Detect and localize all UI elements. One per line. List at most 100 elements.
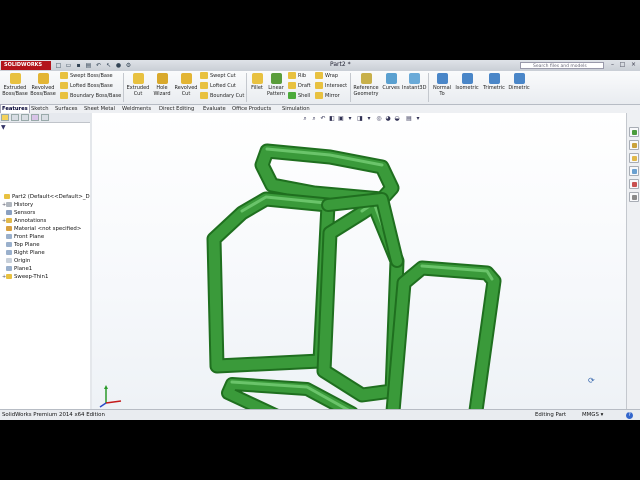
ribbon-divider (246, 73, 247, 102)
tab-evaluate[interactable]: Evaluate (202, 105, 227, 113)
configuration-tab-icon[interactable] (21, 114, 29, 121)
tree-root-part[interactable]: Part2 (Default<<Default>_Disp (0, 193, 97, 201)
fillet-icon (251, 73, 263, 84)
close-icon[interactable]: × (629, 61, 638, 69)
tree-item-annotations[interactable]: + Annotations (2, 217, 46, 225)
extruded-cut-button[interactable]: Extruded Cut (126, 72, 150, 97)
plane-icon (6, 250, 12, 255)
plane-icon (6, 242, 12, 247)
ring-left[interactable] (206, 191, 336, 374)
appearances-icon[interactable] (629, 179, 639, 189)
rebuild-icon[interactable]: ⟳ (588, 376, 595, 385)
plane-icon (6, 266, 12, 271)
design-library-icon[interactable] (629, 140, 639, 150)
lofted-cut-button[interactable]: Lofted Cut (200, 82, 236, 91)
boundary-cut-button[interactable]: Boundary Cut (200, 92, 244, 101)
extruded-boss-button[interactable]: Extruded Boss/Base (2, 72, 28, 97)
draft-button[interactable]: Draft (288, 82, 311, 91)
tree-item-right-plane[interactable]: Right Plane (2, 249, 45, 257)
ring-right[interactable] (385, 260, 502, 409)
3d-model-view[interactable] (92, 113, 626, 409)
file-explorer-icon[interactable] (629, 153, 639, 163)
tab-surfaces[interactable]: Surfaces (54, 105, 78, 113)
rebuild-icon[interactable]: ● (115, 62, 122, 69)
new-icon[interactable]: □ (55, 62, 62, 69)
material-icon (6, 226, 12, 231)
undo-icon[interactable]: ↶ (95, 62, 102, 69)
curves-button[interactable]: Curves (381, 72, 401, 91)
isometric-button[interactable]: Isometric (454, 72, 480, 91)
tree-item-material[interactable]: Material <not specified> (2, 225, 81, 233)
custom-properties-icon[interactable] (629, 192, 639, 202)
origin-icon (6, 258, 12, 263)
tab-direct-editing[interactable]: Direct Editing (158, 105, 195, 113)
tree-item-front-plane[interactable]: Front Plane (2, 233, 44, 241)
boundary-boss-button[interactable]: Boundary Boss/Base (60, 92, 121, 101)
shell-button[interactable]: Shell (288, 92, 310, 101)
trimetric-button[interactable]: Trimetric (481, 72, 507, 91)
tab-features[interactable]: Features (0, 104, 30, 113)
select-icon[interactable]: ↖ (105, 62, 112, 69)
swept-cut-button[interactable]: Swept Cut (200, 72, 236, 81)
view-palette-icon[interactable] (629, 166, 639, 176)
tab-sketch[interactable]: Sketch (30, 105, 49, 113)
ribbon-divider (350, 73, 351, 102)
save-icon[interactable]: ▪ (75, 62, 82, 69)
graphics-area[interactable]: ⌕ ⌕ ↶ ◧ ▣ ▾ ◨ ▾ ◎ ◕ ◒ ▤ ▾ ⟳ (92, 113, 626, 409)
sweep-icon (6, 274, 12, 279)
resources-icon[interactable] (629, 127, 639, 137)
tab-weldments[interactable]: Weldments (121, 105, 152, 113)
sensors-icon (6, 210, 12, 215)
task-pane (626, 113, 640, 409)
ring-top-back[interactable] (254, 143, 400, 207)
normal-to-button[interactable]: Normal To (431, 72, 453, 97)
instant3d-button[interactable]: Instant3D (402, 72, 426, 91)
revolved-cut-button[interactable]: Revolved Cut (174, 72, 198, 97)
axis-triad-icon (99, 385, 122, 408)
options-icon[interactable]: ⚙ (125, 62, 132, 69)
extruded-cut-icon (132, 73, 144, 84)
wrap-button[interactable]: Wrap (315, 72, 338, 81)
dimxpert-tab-icon[interactable] (31, 114, 39, 121)
tree-item-sweep-thin1[interactable]: + Sweep-Thin1 (2, 273, 48, 281)
linear-pattern-button[interactable]: Linear Pattern (266, 72, 286, 97)
revolved-boss-button[interactable]: Revolved Boss/Base (30, 72, 56, 97)
open-icon[interactable]: ▭ (65, 62, 72, 69)
search-input[interactable]: Search files and models (520, 62, 604, 69)
tree-item-plane1[interactable]: Plane1 (2, 265, 32, 273)
tree-item-history[interactable]: + History (2, 201, 33, 209)
tree-item-origin[interactable]: Origin (2, 257, 30, 265)
feature-tree-tab-icon[interactable] (1, 114, 9, 121)
reference-geometry-button[interactable]: Reference Geometry (352, 72, 380, 97)
document-title: Part2 * (330, 61, 351, 68)
display-manager-tab-icon[interactable] (41, 114, 49, 121)
rib-button[interactable]: Rib (288, 72, 306, 81)
hole-wizard-button[interactable]: Hole Wizard (151, 72, 173, 97)
tree-item-sensors[interactable]: Sensors (2, 209, 35, 217)
help-icon[interactable]: ? (626, 412, 633, 419)
tab-simulation[interactable]: Simulation (281, 105, 311, 113)
dimetric-button[interactable]: Dimetric (507, 72, 531, 91)
intersect-button[interactable]: Intersect (315, 82, 347, 91)
unit-system-selector[interactable]: MMGS ▾ (582, 410, 603, 420)
mirror-button[interactable]: Mirror (315, 92, 340, 101)
lofted-boss-button[interactable]: Lofted Boss/Base (60, 82, 113, 91)
boundary-cut-icon (200, 92, 208, 99)
fillet-button[interactable]: Fillet (249, 72, 265, 91)
instant3d-icon (408, 73, 420, 84)
print-icon[interactable]: ▤ (85, 62, 92, 69)
tree-item-top-plane[interactable]: Top Plane (2, 241, 40, 249)
property-manager-tab-icon[interactable] (11, 114, 19, 121)
reference-geometry-icon (360, 73, 372, 84)
swept-boss-button[interactable]: Swept Boss/Base (60, 72, 113, 81)
tab-office-products[interactable]: Office Products (231, 105, 272, 113)
restore-icon[interactable]: □ (618, 61, 627, 69)
solidworks-logo[interactable]: SOLIDWORKS (1, 61, 51, 70)
minimize-icon[interactable]: – (608, 61, 617, 69)
ring-bottom-front[interactable] (221, 377, 358, 409)
dimetric-icon (513, 73, 525, 84)
tab-sheet-metal[interactable]: Sheet Metal (83, 105, 116, 113)
command-manager: Extruded Boss/Base Revolved Boss/Base Sw… (0, 71, 640, 105)
plane-icon (6, 234, 12, 239)
filter-icon[interactable]: ▼ (1, 124, 6, 131)
